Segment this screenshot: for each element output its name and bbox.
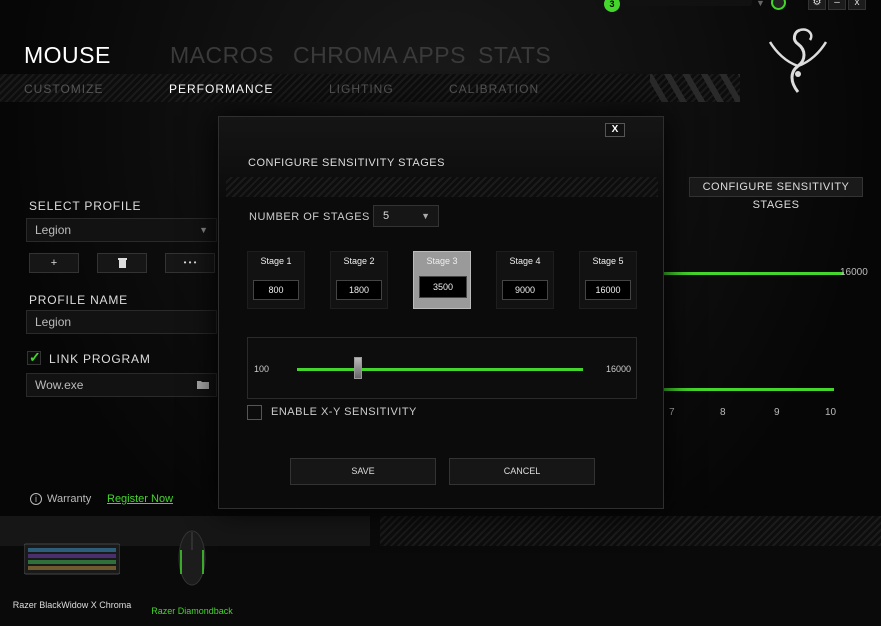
axis-tick: 8 [720, 407, 726, 418]
tab-stats[interactable]: STATS [478, 42, 551, 69]
add-profile-button[interactable]: + [29, 253, 79, 273]
warranty: i Warranty [30, 493, 91, 505]
razer-synapse-window: 3 ▼ ⚙ – x MOUSE MACROS CHROMA APPS STATS… [0, 0, 881, 626]
stage-value-input[interactable]: 16000 [585, 280, 631, 300]
decorative-slashes [650, 74, 740, 102]
info-icon: i [30, 493, 42, 505]
profile-dropdown[interactable]: Legion ▼ [26, 218, 217, 242]
graph-top-value: 16000 [840, 267, 868, 278]
stage-5-card[interactable]: Stage 5 16000 [579, 251, 637, 309]
sensitivity-slider-thumb[interactable] [354, 357, 363, 379]
stage-4-card[interactable]: Stage 4 9000 [496, 251, 554, 309]
sensitivity-slider-panel: 100 16000 [247, 337, 637, 399]
sensitivity-slider-track[interactable] [297, 368, 583, 371]
notification-badge[interactable]: 3 [604, 0, 620, 12]
device-name: Razer BlackWidow X Chroma [12, 600, 132, 610]
razer-logo-icon [768, 28, 828, 93]
sensitivity-stages-modal: CONFIGURE SENSITIVITY STAGES X NUMBER OF… [218, 116, 664, 509]
modal-stripe [226, 177, 658, 197]
tab-calibration[interactable]: CALIBRATION [449, 82, 539, 96]
number-of-stages-label: NUMBER OF STAGES [249, 211, 370, 223]
device-bar: Razer BlackWidow X Chroma Razer Diamondb… [0, 516, 881, 626]
modal-close-button[interactable]: X [605, 123, 625, 137]
close-button[interactable]: x [848, 0, 866, 10]
stage-label: Stage 4 [509, 256, 541, 266]
modal-title: CONFIGURE SENSITIVITY STAGES [248, 157, 445, 169]
folder-icon[interactable] [197, 380, 210, 390]
trash-icon [117, 258, 127, 268]
save-button[interactable]: SAVE [290, 458, 436, 485]
stage-3-card[interactable]: Stage 3 3500 [413, 251, 471, 309]
warranty-label: Warranty [47, 493, 92, 505]
tab-macros[interactable]: MACROS [170, 42, 274, 69]
user-account-bar[interactable] [624, 0, 752, 6]
axis-tick: 9 [774, 407, 780, 418]
sensitivity-graph-line-top [664, 272, 844, 275]
settings-icon[interactable]: ⚙ [808, 0, 826, 10]
minimize-button[interactable]: – [828, 0, 846, 10]
stage-label: Stage 2 [343, 256, 375, 266]
number-of-stages-select[interactable]: 5 ▼ [373, 205, 439, 227]
link-program-label: LINK PROGRAM [49, 352, 151, 366]
enable-xy-sensitivity-label: ENABLE X-Y SENSITIVITY [271, 406, 417, 418]
tab-mouse[interactable]: MOUSE [24, 42, 111, 69]
stage-value-input[interactable]: 800 [253, 280, 299, 300]
avatar[interactable] [771, 0, 786, 10]
device-blackwidow[interactable]: Razer BlackWidow X Chroma [12, 538, 132, 626]
device-diamondback[interactable]: Razer Diamondback [132, 526, 252, 626]
stage-value-input[interactable]: 3500 [419, 276, 467, 298]
program-path-value: Wow.exe [35, 378, 84, 392]
tab-lighting[interactable]: LIGHTING [329, 82, 394, 96]
chevron-down-icon[interactable]: ▼ [756, 0, 765, 8]
profile-name-input[interactable]: Legion [26, 310, 217, 334]
cancel-button[interactable]: CANCEL [449, 458, 595, 485]
sensitivity-graph-line-bottom [664, 388, 834, 391]
keyboard-icon [24, 543, 120, 575]
select-profile-label: SELECT PROFILE [29, 199, 142, 213]
slider-max-label: 16000 [606, 364, 632, 374]
sub-nav: CUSTOMIZE PERFORMANCE LIGHTING CALIBRATI… [0, 74, 740, 102]
axis-tick: 7 [669, 407, 675, 418]
enable-xy-sensitivity-checkbox[interactable] [247, 405, 262, 420]
stage-label: Stage 5 [592, 256, 624, 266]
profile-dropdown-value: Legion [35, 223, 72, 237]
slider-min-label: 100 [254, 364, 270, 374]
stage-value-input[interactable]: 1800 [336, 280, 382, 300]
tab-chroma-apps[interactable]: CHROMA APPS [293, 42, 466, 69]
stage-2-card[interactable]: Stage 2 1800 [330, 251, 388, 309]
link-program-checkbox[interactable] [27, 349, 41, 366]
more-options-button[interactable]: • • • [165, 253, 215, 273]
delete-profile-button[interactable] [97, 253, 147, 273]
chevron-down-icon: ▼ [199, 225, 208, 235]
stage-value-input[interactable]: 9000 [502, 280, 548, 300]
tab-customize[interactable]: CUSTOMIZE [24, 82, 103, 96]
axis-tick: 10 [825, 407, 837, 418]
stage-label: Stage 3 [426, 256, 458, 266]
device-name: Razer Diamondback [151, 606, 233, 616]
mouse-icon [178, 530, 206, 586]
stage-label: Stage 1 [260, 256, 292, 266]
profile-name-label: PROFILE NAME [29, 293, 128, 307]
program-path-input[interactable]: Wow.exe [26, 373, 217, 397]
number-of-stages-value: 5 [383, 210, 390, 222]
device-bar-stripe [380, 516, 881, 546]
tab-performance[interactable]: PERFORMANCE [169, 82, 273, 96]
stage-1-card[interactable]: Stage 1 800 [247, 251, 305, 309]
configure-sensitivity-stages-button[interactable]: CONFIGURE SENSITIVITY STAGES [689, 177, 863, 211]
chevron-down-icon: ▼ [421, 211, 430, 221]
register-now-link[interactable]: Register Now [107, 493, 173, 505]
